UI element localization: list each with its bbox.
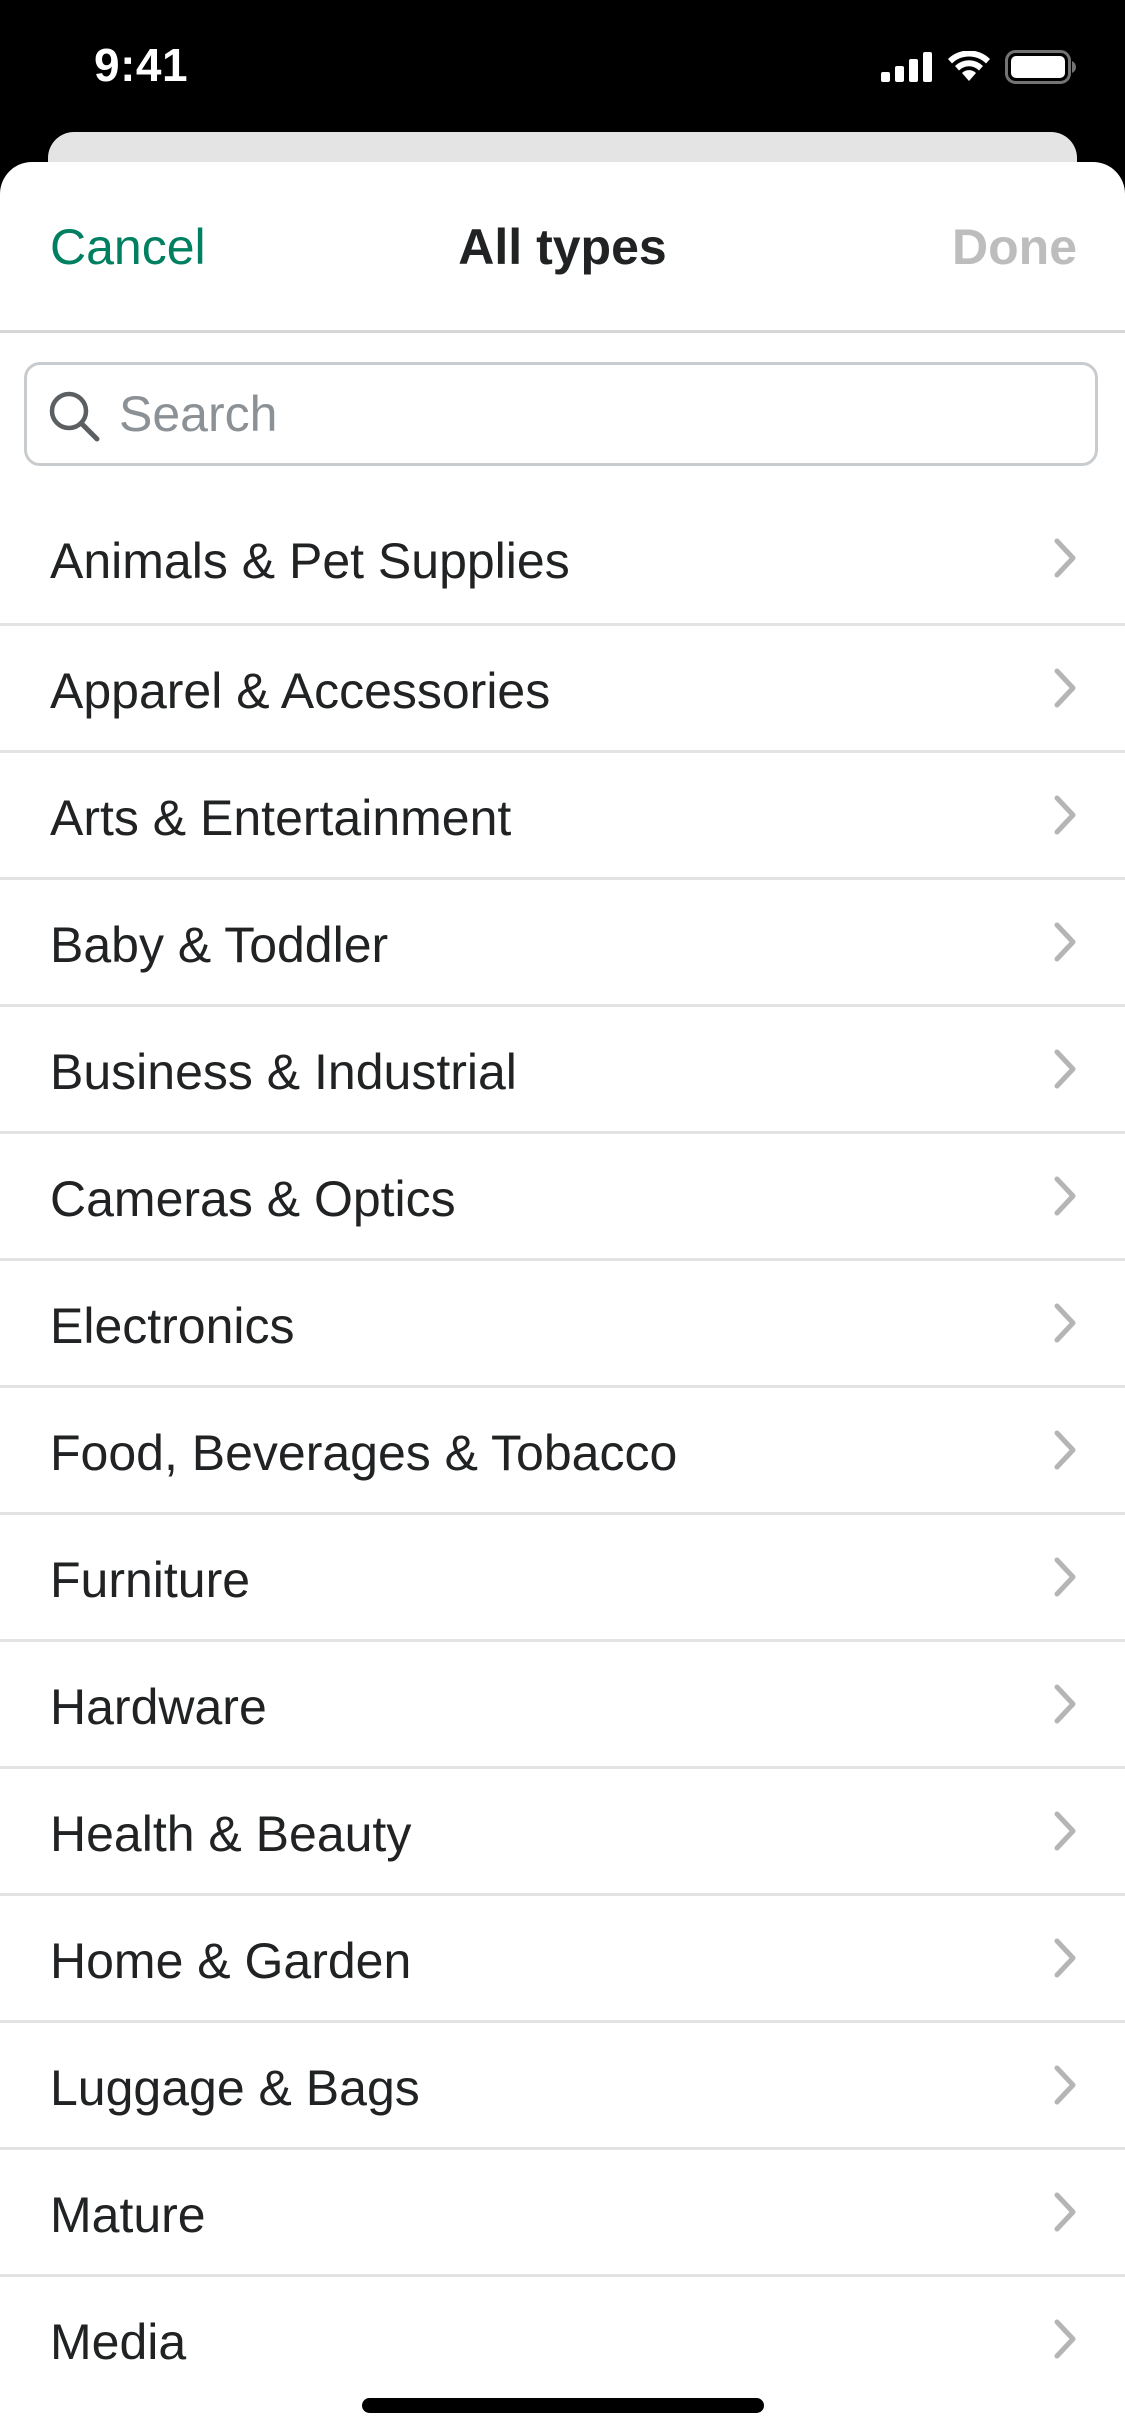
search-input[interactable] <box>119 365 1079 463</box>
chevron-right-icon <box>1054 538 1076 578</box>
list-item[interactable]: Mature <box>0 2147 1125 2274</box>
list-item[interactable]: Baby & Toddler <box>0 877 1125 1004</box>
list-item-label: Baby & Toddler <box>50 917 389 973</box>
search-icon <box>49 391 100 442</box>
list-item[interactable]: Luggage & Bags <box>0 2020 1125 2147</box>
list-item-label: Electronics <box>50 1298 295 1354</box>
status-bar: 9:41 <box>0 0 1125 140</box>
list-item[interactable]: Business & Industrial <box>0 1004 1125 1131</box>
list-item-label: Apparel & Accessories <box>50 663 551 719</box>
category-list: Animals & Pet Supplies Apparel & Accessor… <box>0 496 1125 2401</box>
list-item-label: Luggage & Bags <box>50 2060 420 2116</box>
chevron-right-icon <box>1054 1176 1076 1216</box>
list-item-label: Home & Garden <box>50 1933 412 1989</box>
list-item-label: Media <box>50 2314 187 2370</box>
list-item[interactable]: Electronics <box>0 1258 1125 1385</box>
search-bar <box>0 333 1125 469</box>
battery-icon <box>1005 50 1076 84</box>
signal-icon <box>881 52 932 82</box>
chevron-right-icon <box>1054 922 1076 962</box>
list-item[interactable]: Animals & Pet Supplies <box>0 496 1125 623</box>
list-item-label: Business & Industrial <box>50 1044 517 1100</box>
list-item[interactable]: Apparel & Accessories <box>0 623 1125 750</box>
chevron-right-icon <box>1054 1430 1076 1470</box>
chevron-right-icon <box>1054 1049 1076 1089</box>
list-item-label: Hardware <box>50 1679 267 1735</box>
chevron-right-icon <box>1054 1811 1076 1851</box>
home-indicator <box>362 2398 764 2413</box>
list-item-label: Mature <box>50 2187 206 2243</box>
list-item-label: Animals & Pet Supplies <box>50 533 570 589</box>
list-item-label: Furniture <box>50 1552 251 1608</box>
list-item[interactable]: Furniture <box>0 1512 1125 1639</box>
chevron-right-icon <box>1054 1684 1076 1724</box>
list-item[interactable]: Health & Beauty <box>0 1766 1125 1893</box>
chevron-right-icon <box>1054 795 1076 835</box>
list-item[interactable]: Hardware <box>0 1639 1125 1766</box>
list-item-label: Health & Beauty <box>50 1806 412 1862</box>
list-item[interactable]: Media <box>0 2274 1125 2401</box>
done-button[interactable]: Done <box>952 218 1077 276</box>
list-item[interactable]: Home & Garden <box>0 1893 1125 2020</box>
chevron-right-icon <box>1054 1557 1076 1597</box>
list-item-label: Food, Beverages & Tobacco <box>50 1425 678 1481</box>
list-item[interactable]: Arts & Entertainment <box>0 750 1125 877</box>
chevron-right-icon <box>1054 1303 1076 1343</box>
chevron-right-icon <box>1054 2192 1076 2232</box>
chevron-right-icon <box>1054 2319 1076 2359</box>
sheet-header: Cancel All types Done <box>0 162 1125 333</box>
search-field[interactable] <box>24 362 1098 466</box>
chevron-right-icon <box>1054 668 1076 708</box>
list-item-label: Cameras & Optics <box>50 1171 456 1227</box>
chevron-right-icon <box>1054 2065 1076 2105</box>
list-item-label: Arts & Entertainment <box>50 790 512 846</box>
status-time: 9:41 <box>94 39 189 91</box>
list-item[interactable]: Cameras & Optics <box>0 1131 1125 1258</box>
wifi-icon <box>948 51 990 81</box>
status-icons <box>881 50 1077 84</box>
list-item[interactable]: Food, Beverages & Tobacco <box>0 1385 1125 1512</box>
chevron-right-icon <box>1054 1938 1076 1978</box>
